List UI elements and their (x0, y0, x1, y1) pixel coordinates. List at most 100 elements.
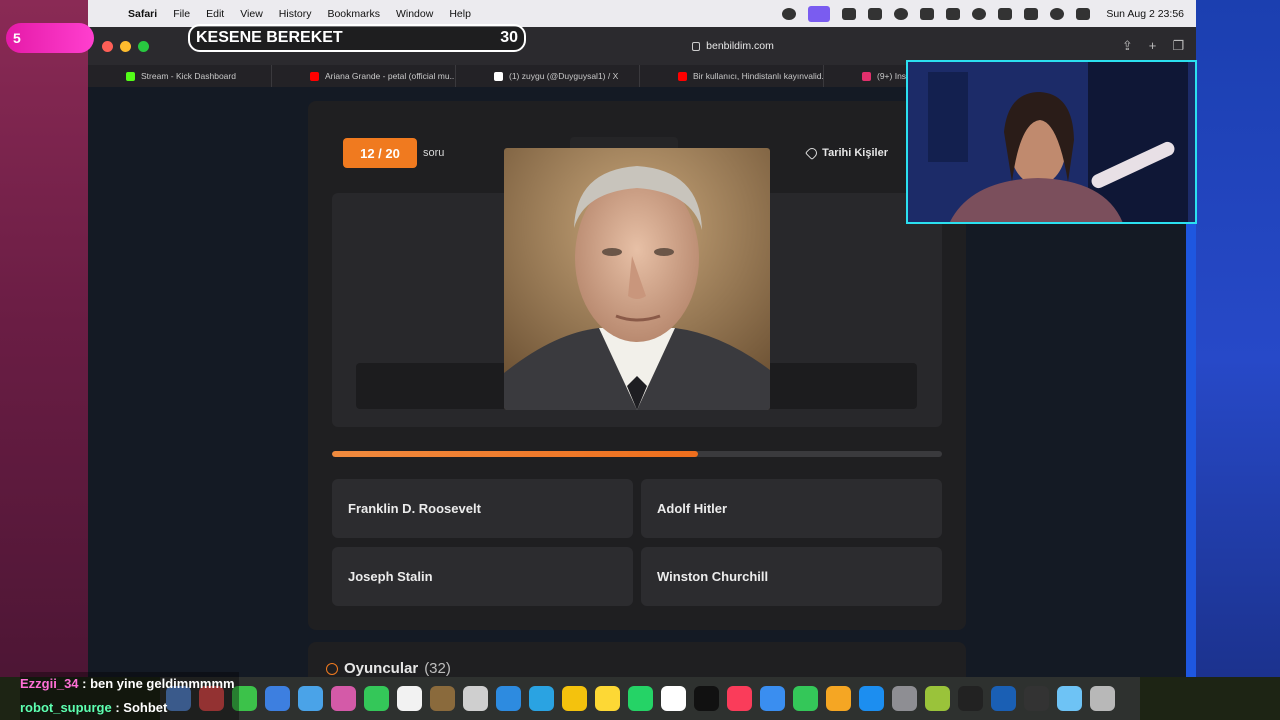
chat-username: robot_supurge (20, 700, 112, 715)
category-label: Tarihi Kişiler (805, 145, 888, 161)
mail-icon[interactable] (265, 686, 290, 711)
players-count: (32) (424, 660, 451, 677)
menu-window[interactable]: Window (396, 8, 433, 20)
calendar-icon[interactable] (397, 686, 422, 711)
whatsapp-icon[interactable] (628, 686, 653, 711)
notes-brown-icon[interactable] (430, 686, 455, 711)
stream-counter-pill: 5 (6, 23, 94, 53)
telegram-icon[interactable] (529, 686, 554, 711)
bluetooth-icon[interactable] (946, 7, 961, 20)
address-bar[interactable]: benbildim.com (508, 34, 958, 58)
youtube-icon (310, 71, 319, 81)
menu-app-name[interactable]: Safari (128, 8, 157, 20)
stream-counter-number: 5 (13, 30, 21, 46)
dock (160, 677, 1140, 720)
players-title-text: Oyuncular (344, 660, 419, 677)
safari-icon[interactable] (496, 686, 521, 711)
instagram-icon (862, 71, 871, 81)
wifi-icon[interactable] (1024, 7, 1039, 20)
grid-icon[interactable] (868, 7, 883, 20)
maps-icon[interactable] (298, 686, 323, 711)
menu-help[interactable]: Help (449, 8, 471, 20)
stream-goal-count: 30 (500, 29, 518, 46)
obs-icon[interactable] (782, 7, 797, 20)
historical-figure-portrait (504, 148, 770, 410)
menu-clock[interactable]: Sun Aug 2 23:56 (1106, 8, 1184, 20)
play-icon[interactable] (972, 7, 987, 20)
record-icon[interactable] (894, 7, 909, 20)
x-icon (494, 71, 503, 81)
obs-dock-icon[interactable] (1024, 686, 1049, 711)
chat-message: : ben yine geldimmmmm (78, 676, 235, 691)
pages-icon[interactable] (826, 686, 851, 711)
lock-icon (692, 41, 701, 51)
desktop-wallpaper-left (0, 0, 88, 720)
epic-games-icon[interactable] (958, 686, 983, 711)
streamer-webcam (906, 60, 1197, 224)
trash-icon[interactable] (1090, 686, 1115, 711)
reminders-icon[interactable] (463, 686, 488, 711)
toolbar-actions: ⇪ + ❐ (1122, 38, 1184, 54)
music-icon[interactable] (727, 686, 752, 711)
question-counter-label: soru (423, 147, 445, 159)
menu-file[interactable]: File (173, 8, 190, 20)
minimize-window-button[interactable] (120, 40, 131, 52)
close-window-button[interactable] (102, 40, 113, 52)
desktop-wallpaper-right (1196, 0, 1280, 720)
menu-history[interactable]: History (279, 8, 312, 20)
tab-label: Bir kullanıcı, Hindistanlı kayınvalid... (693, 71, 824, 81)
portrait-image (504, 148, 770, 410)
tab-youtube-video[interactable]: Bir kullanıcı, Hindistanlı kayınvalid... (640, 65, 824, 87)
freeform-icon[interactable] (661, 686, 686, 711)
facetime-icon[interactable] (364, 686, 389, 711)
screen-share-icon[interactable] (808, 5, 831, 22)
chat-username: Ezzgii_34 (20, 676, 79, 691)
notes-icon[interactable] (595, 686, 620, 711)
answer-option-3[interactable]: Joseph Stalin (332, 547, 633, 606)
search-icon[interactable] (1050, 7, 1065, 20)
quiz-progress-fill (332, 451, 698, 457)
keyboard-icon[interactable] (842, 7, 857, 20)
tab-label: (9+) Ins (877, 71, 907, 81)
tab-label: (1) zuygu (@Duyguysal1) / X (509, 71, 619, 81)
menu-bar: Safari File Edit View History Bookmarks … (88, 0, 1196, 27)
game-icon[interactable] (925, 686, 950, 711)
answer-option-2[interactable]: Adolf Hitler (641, 479, 942, 538)
category-text: Tarihi Kişiler (822, 147, 888, 159)
photos-icon[interactable] (331, 686, 356, 711)
tab-x-zuygu[interactable]: (1) zuygu (@Duyguysal1) / X (456, 65, 640, 87)
folder-icon[interactable] (1057, 686, 1082, 711)
numbers-icon[interactable] (793, 686, 818, 711)
control-center-icon[interactable] (1076, 7, 1091, 20)
menu-view[interactable]: View (240, 8, 263, 20)
tab-ariana-grande[interactable]: Ariana Grande - petal (official mu... (272, 65, 456, 87)
users-icon (326, 662, 338, 675)
quiz-card: 12 / 20 soru Tarihi Kişiler Franklin D. … (308, 101, 966, 630)
battery-icon[interactable] (998, 7, 1013, 20)
status-icons: Sun Aug 2 23:56 (782, 5, 1184, 22)
chat-line: robot_supurge : Sohbet (20, 696, 239, 720)
answer-option-4[interactable]: Winston Churchill (641, 547, 942, 606)
keynote-icon[interactable] (760, 686, 785, 711)
chat-message: : Sohbet (111, 700, 168, 715)
tab-kick-dashboard[interactable]: Stream - Kick Dashboard (88, 65, 272, 87)
tab-overview-icon[interactable]: ❐ (1172, 38, 1184, 54)
wd-icon[interactable] (991, 686, 1016, 711)
apple-menu-icon[interactable] (100, 7, 114, 21)
new-tab-icon[interactable]: + (1149, 38, 1157, 54)
players-heading: Oyuncular (32) (326, 660, 451, 677)
kick-icon (126, 71, 135, 81)
apple-tv-icon[interactable] (694, 686, 719, 711)
answer-option-1[interactable]: Franklin D. Roosevelt (332, 479, 633, 538)
webcam-feed (908, 62, 1195, 222)
app-store-icon[interactable] (859, 686, 884, 711)
menu-edit[interactable]: Edit (206, 8, 224, 20)
cloud-icon[interactable] (920, 7, 935, 20)
menu-bookmarks[interactable]: Bookmarks (327, 8, 380, 20)
chrome-icon[interactable] (562, 686, 587, 711)
share-icon[interactable]: ⇪ (1122, 38, 1133, 54)
system-settings-icon[interactable] (892, 686, 917, 711)
tag-icon (805, 145, 820, 161)
question-counter: 12 / 20 (343, 138, 417, 168)
zoom-window-button[interactable] (138, 40, 149, 52)
